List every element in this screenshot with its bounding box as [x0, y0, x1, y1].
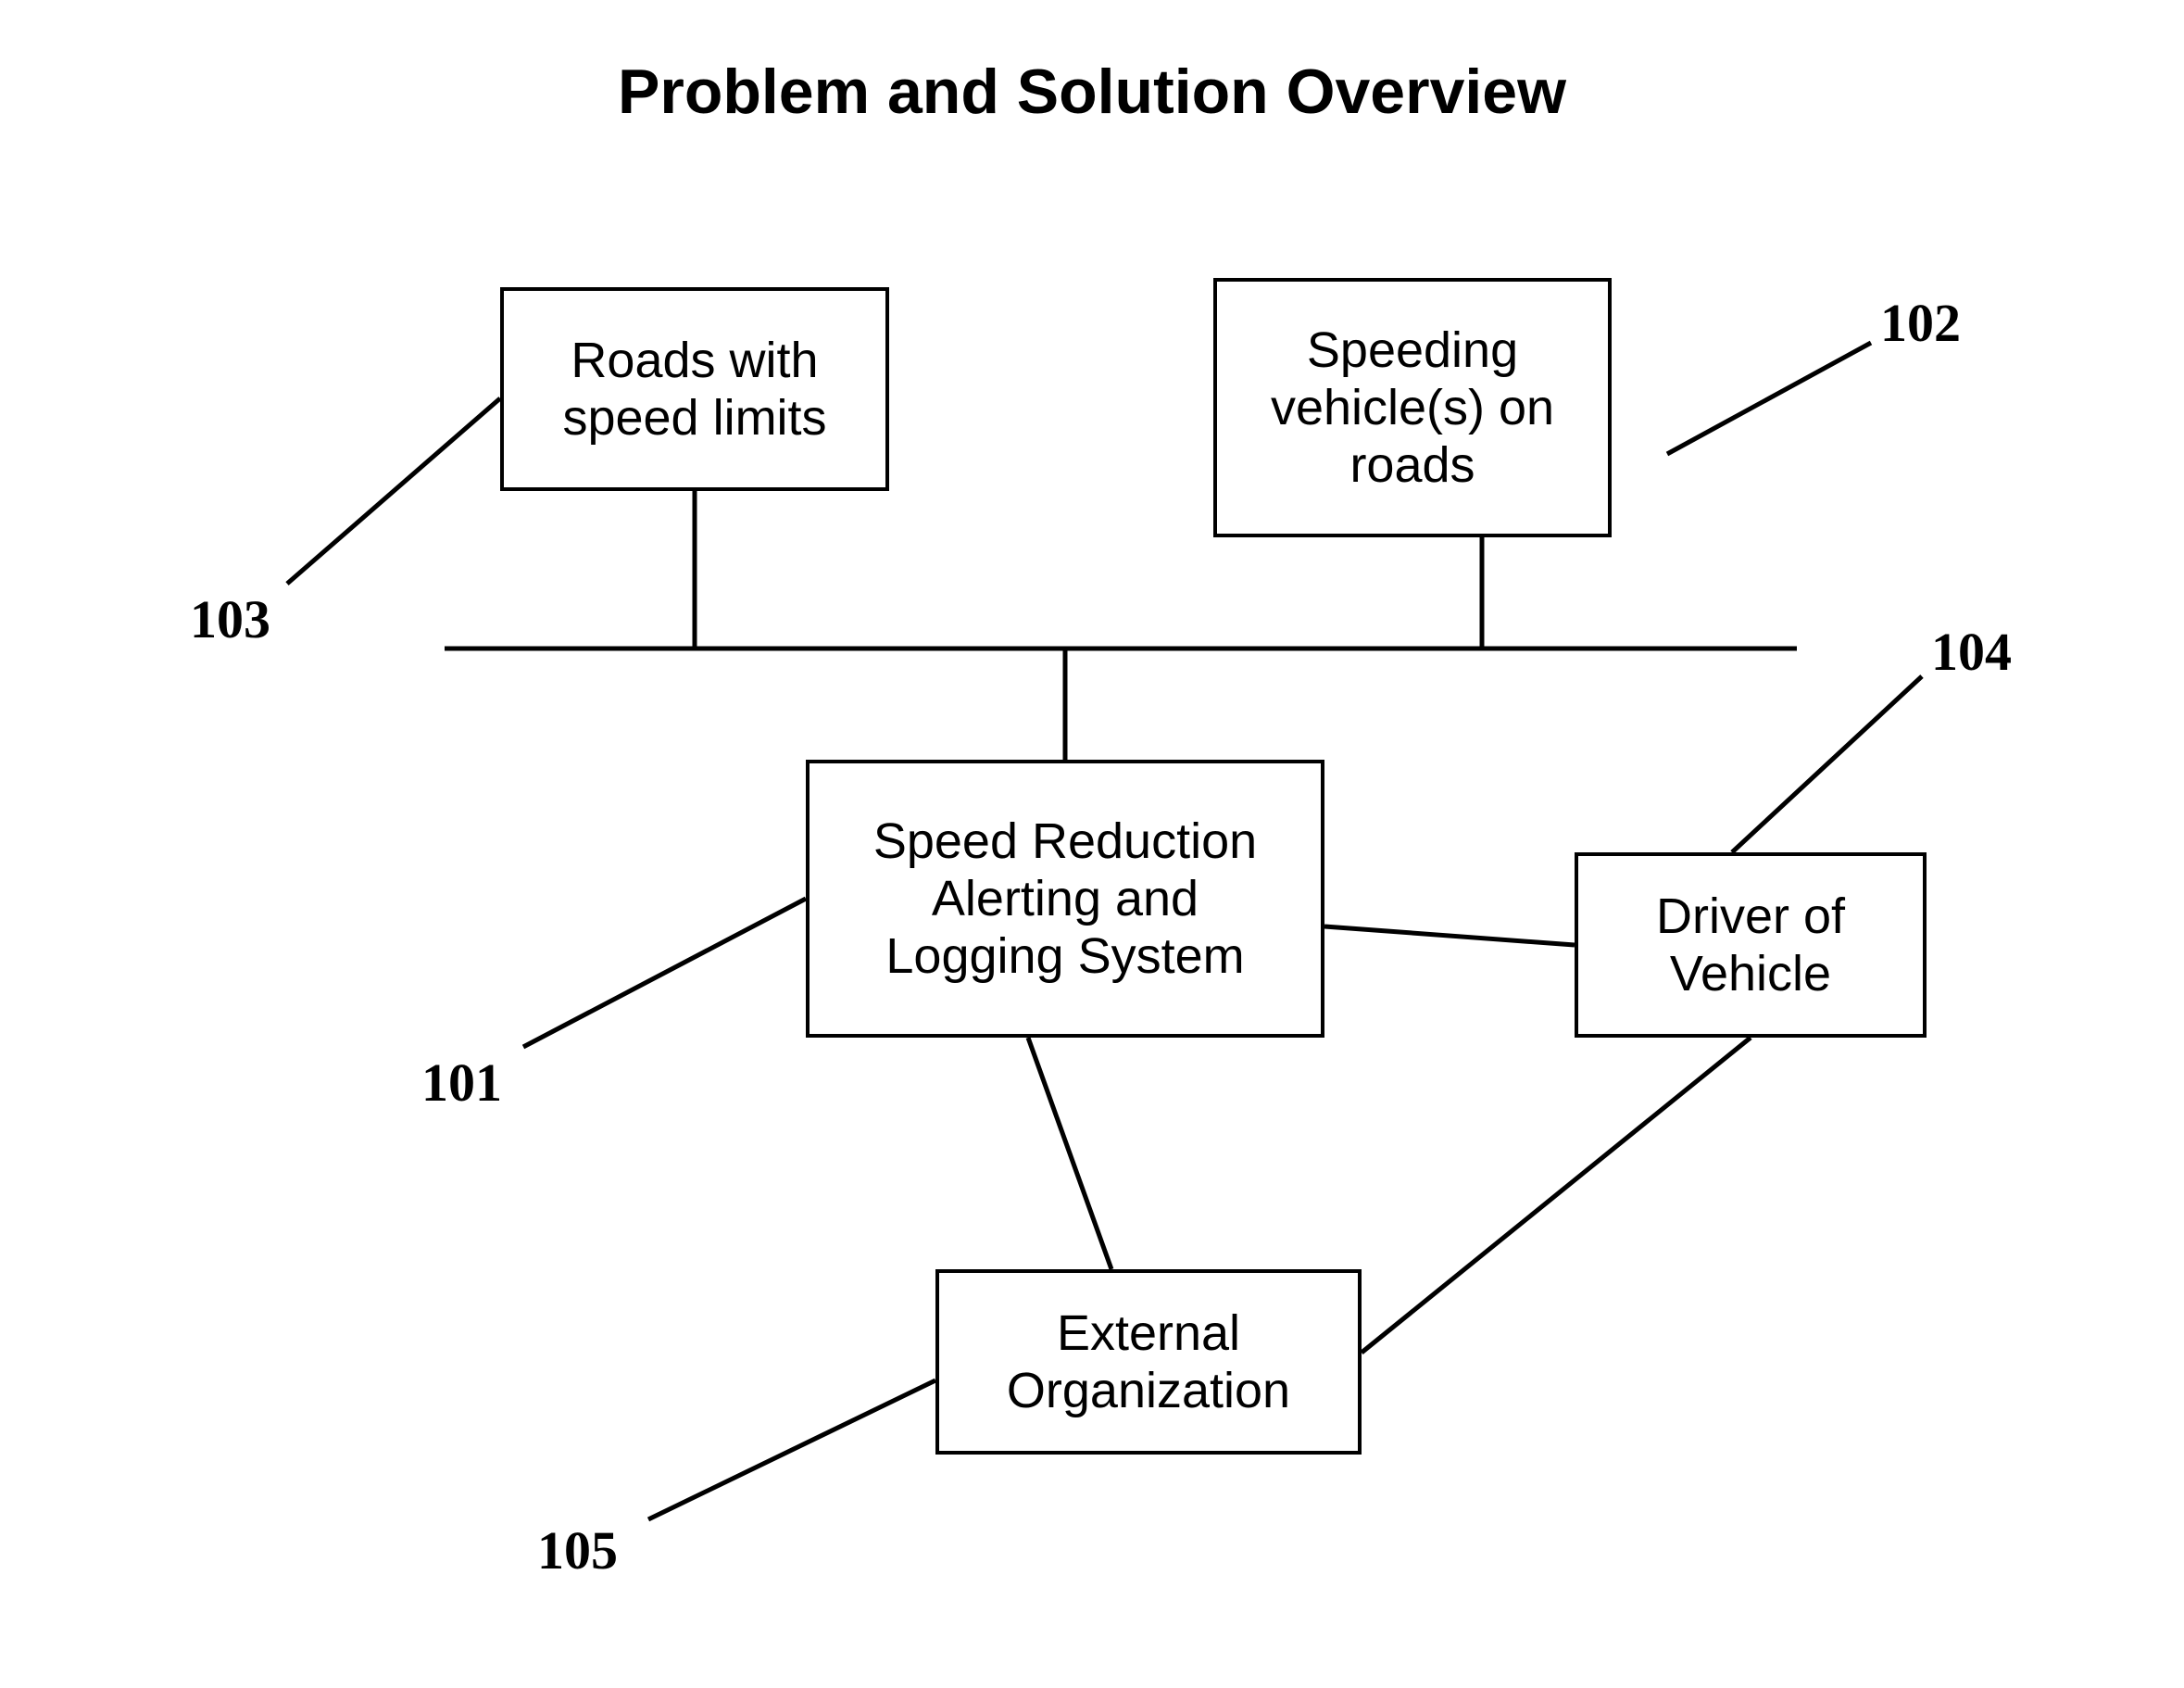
node-driver-line2: Vehicle — [1656, 945, 1845, 1002]
node-speeding-line2: vehicle(s) on — [1271, 379, 1554, 436]
leader-101 — [523, 899, 806, 1047]
node-system: Speed Reduction Alerting and Logging Sys… — [806, 760, 1324, 1038]
ref-103: 103 — [190, 588, 270, 650]
node-external-line2: Organization — [1007, 1362, 1290, 1419]
node-roads-line1: Roads with — [562, 332, 826, 389]
line-system-to-external — [1028, 1038, 1111, 1269]
diagram-title: Problem and Solution Overview — [0, 56, 2184, 128]
node-system-line2: Alerting and — [873, 870, 1257, 927]
ref-104: 104 — [1931, 621, 2012, 683]
node-speeding-line3: roads — [1271, 436, 1554, 494]
leader-102 — [1667, 343, 1871, 454]
node-roads: Roads with speed limits — [500, 287, 889, 491]
node-driver-line1: Driver of — [1656, 888, 1845, 945]
node-external: External Organization — [935, 1269, 1362, 1455]
ref-101: 101 — [421, 1052, 502, 1114]
node-system-line1: Speed Reduction — [873, 813, 1257, 870]
node-external-line1: External — [1007, 1304, 1290, 1362]
node-speeding: Speeding vehicle(s) on roads — [1213, 278, 1612, 537]
node-speeding-line1: Speeding — [1271, 321, 1554, 379]
node-roads-line2: speed limits — [562, 389, 826, 447]
leader-103 — [287, 398, 500, 584]
line-external-to-driver — [1362, 1038, 1751, 1353]
node-driver: Driver of Vehicle — [1575, 852, 1927, 1038]
leader-104 — [1732, 676, 1922, 852]
line-system-to-driver — [1324, 926, 1575, 945]
diagram-canvas: Problem and Solution Overview Roads with… — [0, 0, 2184, 1688]
ref-105: 105 — [537, 1519, 618, 1581]
node-system-line3: Logging System — [873, 927, 1257, 985]
ref-102: 102 — [1880, 292, 1961, 354]
leader-105 — [648, 1380, 935, 1519]
